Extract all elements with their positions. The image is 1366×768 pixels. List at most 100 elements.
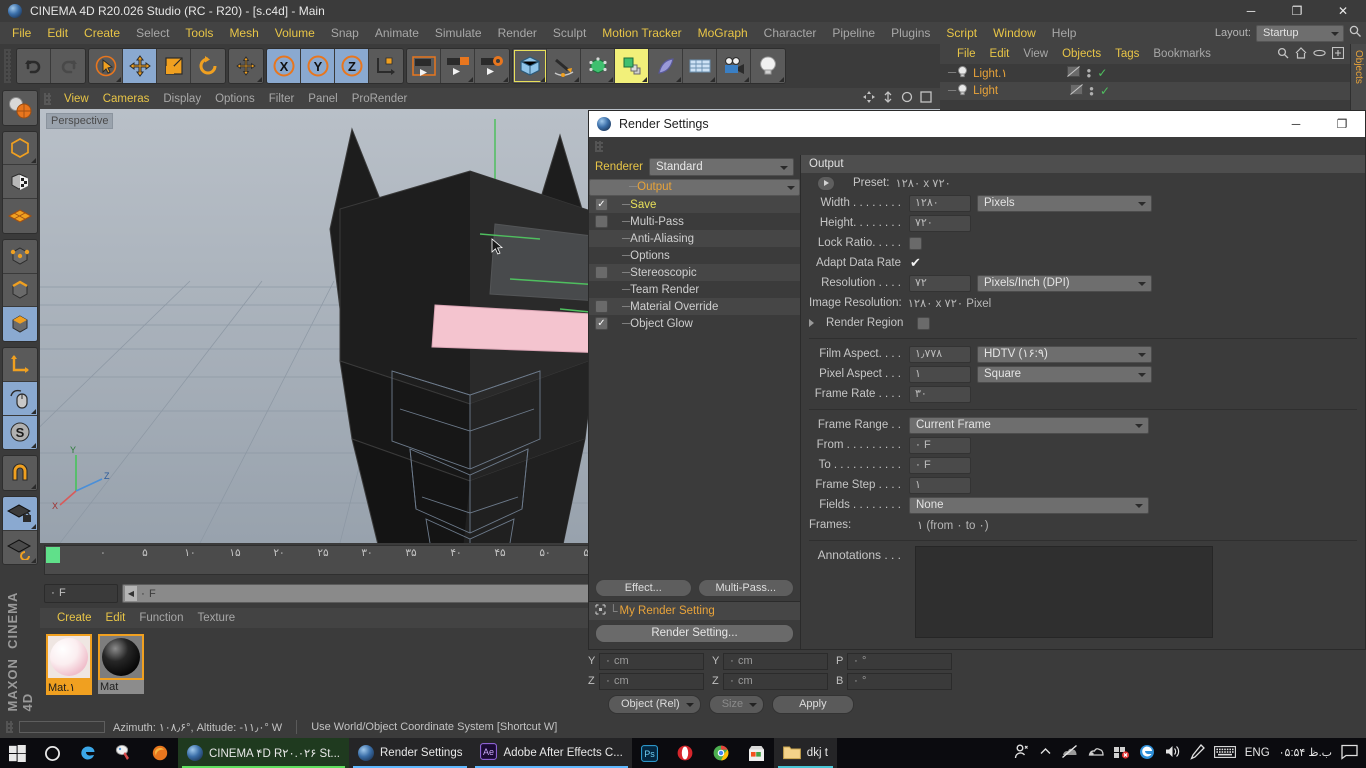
- cube-primitive-icon[interactable]: [513, 49, 547, 83]
- menu-item-character[interactable]: Character: [756, 22, 825, 44]
- visibility-dots-icon[interactable]: ● ●: [1086, 67, 1091, 80]
- render-setting-preset-row[interactable]: └ My Render Setting: [589, 601, 800, 620]
- taskbar-item-after-effects[interactable]: Ae Adobe After Effects C...: [471, 738, 632, 768]
- menu-item-animate[interactable]: Animate: [367, 22, 427, 44]
- pan-view-icon[interactable]: [863, 91, 875, 106]
- workplane-icon[interactable]: [3, 199, 37, 233]
- x-axis-icon[interactable]: X: [267, 49, 301, 83]
- tree-item-stereoscopic[interactable]: ─ Stereoscopic: [589, 264, 800, 281]
- menu-item-motion-tracker[interactable]: Motion Tracker: [594, 22, 689, 44]
- minimize-button[interactable]: ─: [1228, 0, 1274, 22]
- points-mode-icon[interactable]: [3, 239, 37, 274]
- render-settings-icon[interactable]: [475, 49, 509, 83]
- scale-tool-icon[interactable]: [157, 49, 191, 83]
- enabled-check-icon[interactable]: ✓: [1097, 66, 1107, 80]
- light-icon[interactable]: [751, 49, 785, 83]
- width-unit-dropdown[interactable]: Pixels: [977, 194, 1152, 212]
- snap-toggle-icon[interactable]: S: [3, 415, 37, 450]
- object-row-light[interactable]: ─ Light ● ● ✓: [940, 82, 1366, 100]
- touch-keyboard-icon[interactable]: [1213, 745, 1236, 762]
- edge-tray-icon[interactable]: [1139, 744, 1155, 763]
- chrome-icon[interactable]: [703, 738, 739, 768]
- paint3d-icon[interactable]: [106, 738, 142, 768]
- people-icon[interactable]: [1013, 743, 1030, 763]
- menu-item-plugins[interactable]: Plugins: [883, 22, 938, 44]
- move-tool-icon[interactable]: [123, 49, 157, 83]
- volume-icon[interactable]: [1164, 744, 1181, 762]
- viewport-menu-cameras[interactable]: Cameras: [96, 88, 157, 110]
- menu-item-edit[interactable]: Edit: [39, 22, 76, 44]
- render-region-checkbox[interactable]: [917, 316, 931, 330]
- maximize-view-icon[interactable]: [920, 91, 932, 106]
- tree-checkbox-stereoscopic[interactable]: [595, 266, 608, 279]
- light-tag-icon[interactable]: [1070, 84, 1084, 98]
- film-aspect-preset-dropdown[interactable]: HDTV (۱۶:۹): [977, 345, 1152, 363]
- show-hidden-icons-icon[interactable]: [1039, 745, 1052, 761]
- undo-icon[interactable]: [17, 49, 51, 83]
- render-region-icon[interactable]: [441, 49, 475, 83]
- material-menu-texture[interactable]: Texture: [190, 607, 242, 629]
- object-row-light1[interactable]: ─ Light.۱ ● ● ✓: [940, 64, 1366, 82]
- enabled-check-icon[interactable]: ✓: [1100, 84, 1110, 98]
- menu-item-snap[interactable]: Snap: [323, 22, 367, 44]
- tree-item-teamrender[interactable]: ─ Team Render: [589, 281, 800, 298]
- menu-item-mograph[interactable]: MoGraph: [690, 22, 756, 44]
- render-settings-minimize-button[interactable]: ─: [1273, 111, 1319, 137]
- menu-item-create[interactable]: Create: [76, 22, 128, 44]
- coordinate-size-dropdown[interactable]: Size: [708, 694, 765, 714]
- menu-item-file[interactable]: File: [4, 22, 39, 44]
- firefox-icon[interactable]: [142, 738, 178, 768]
- film-aspect-field[interactable]: ۱٫۷۷۸: [909, 345, 971, 363]
- coord-field-size-z[interactable]: ۰ cm: [723, 672, 828, 690]
- cortana-icon[interactable]: [35, 738, 70, 768]
- menu-item-script[interactable]: Script: [938, 22, 985, 44]
- status-grip[interactable]: [6, 721, 13, 733]
- object-menu-bookmarks[interactable]: Bookmarks: [1146, 43, 1218, 65]
- tree-item-save[interactable]: ✓ ─ Save: [589, 196, 800, 213]
- language-indicator[interactable]: ENG: [1245, 747, 1270, 759]
- multipass-button[interactable]: Multi-Pass...: [697, 579, 794, 597]
- object-menu-tags[interactable]: Tags: [1108, 43, 1146, 65]
- to-field[interactable]: ۰ F: [909, 456, 971, 474]
- preset-expand-button[interactable]: [817, 175, 835, 191]
- tree-item-options[interactable]: ─ Options: [589, 247, 800, 264]
- viewport-menu-display[interactable]: Display: [156, 88, 208, 110]
- make-editable-globe-icon[interactable]: [3, 91, 37, 125]
- viewport-menu-panel[interactable]: Panel: [301, 88, 344, 110]
- menu-item-mesh[interactable]: Mesh: [221, 22, 266, 44]
- tree-item-materialoverride[interactable]: ─ Material Override: [589, 298, 800, 315]
- viewport-menu-options[interactable]: Options: [208, 88, 262, 110]
- dolly-view-icon[interactable]: [882, 91, 894, 106]
- texture-mode-icon[interactable]: [3, 165, 37, 200]
- magnet-icon[interactable]: [3, 456, 37, 491]
- coord-field-position-z[interactable]: ۰ cm: [599, 672, 704, 690]
- material-thumbnail-dark[interactable]: [98, 634, 144, 680]
- menu-item-help[interactable]: Help: [1044, 22, 1085, 44]
- lock-workplane-icon[interactable]: [3, 497, 37, 531]
- taskbar-item-cinema4d[interactable]: CINEMA ۴D R۲۰.۰۲۶ St...: [178, 738, 349, 768]
- layout-dropdown[interactable]: Startup: [1256, 24, 1344, 42]
- tree-item-objectglow[interactable]: ✓ ─ Object Glow: [589, 315, 800, 332]
- edges-mode-icon[interactable]: [3, 273, 37, 308]
- from-field[interactable]: ۰ F: [909, 436, 971, 454]
- array-clone-icon[interactable]: [615, 49, 649, 83]
- rotate-view-icon[interactable]: [901, 91, 913, 106]
- taskbar-item-render-settings[interactable]: Render Settings: [349, 738, 472, 768]
- material-menu-edit[interactable]: Edit: [99, 607, 133, 629]
- deformer-icon[interactable]: [649, 49, 683, 83]
- tree-item-output[interactable]: ─ Output: [589, 179, 800, 196]
- current-frame-field[interactable]: ۰ F: [44, 583, 118, 603]
- z-axis-icon[interactable]: Z: [335, 49, 369, 83]
- y-axis-icon[interactable]: Y: [301, 49, 335, 83]
- edge-icon[interactable]: [70, 738, 106, 768]
- viewport-menu-view[interactable]: View: [57, 88, 96, 110]
- height-field[interactable]: ۷۲۰: [909, 214, 971, 232]
- redo-icon[interactable]: [51, 49, 85, 83]
- opera-icon[interactable]: [667, 738, 703, 768]
- object-menu-file[interactable]: File: [950, 43, 983, 65]
- resolution-unit-dropdown[interactable]: Pixels/Inch (DPI): [977, 274, 1152, 292]
- action-center-icon[interactable]: [1341, 744, 1358, 763]
- visibility-dots-icon[interactable]: ● ●: [1089, 85, 1094, 98]
- object-menu-objects[interactable]: Objects: [1055, 43, 1108, 65]
- menu-item-sculpt[interactable]: Sculpt: [545, 22, 594, 44]
